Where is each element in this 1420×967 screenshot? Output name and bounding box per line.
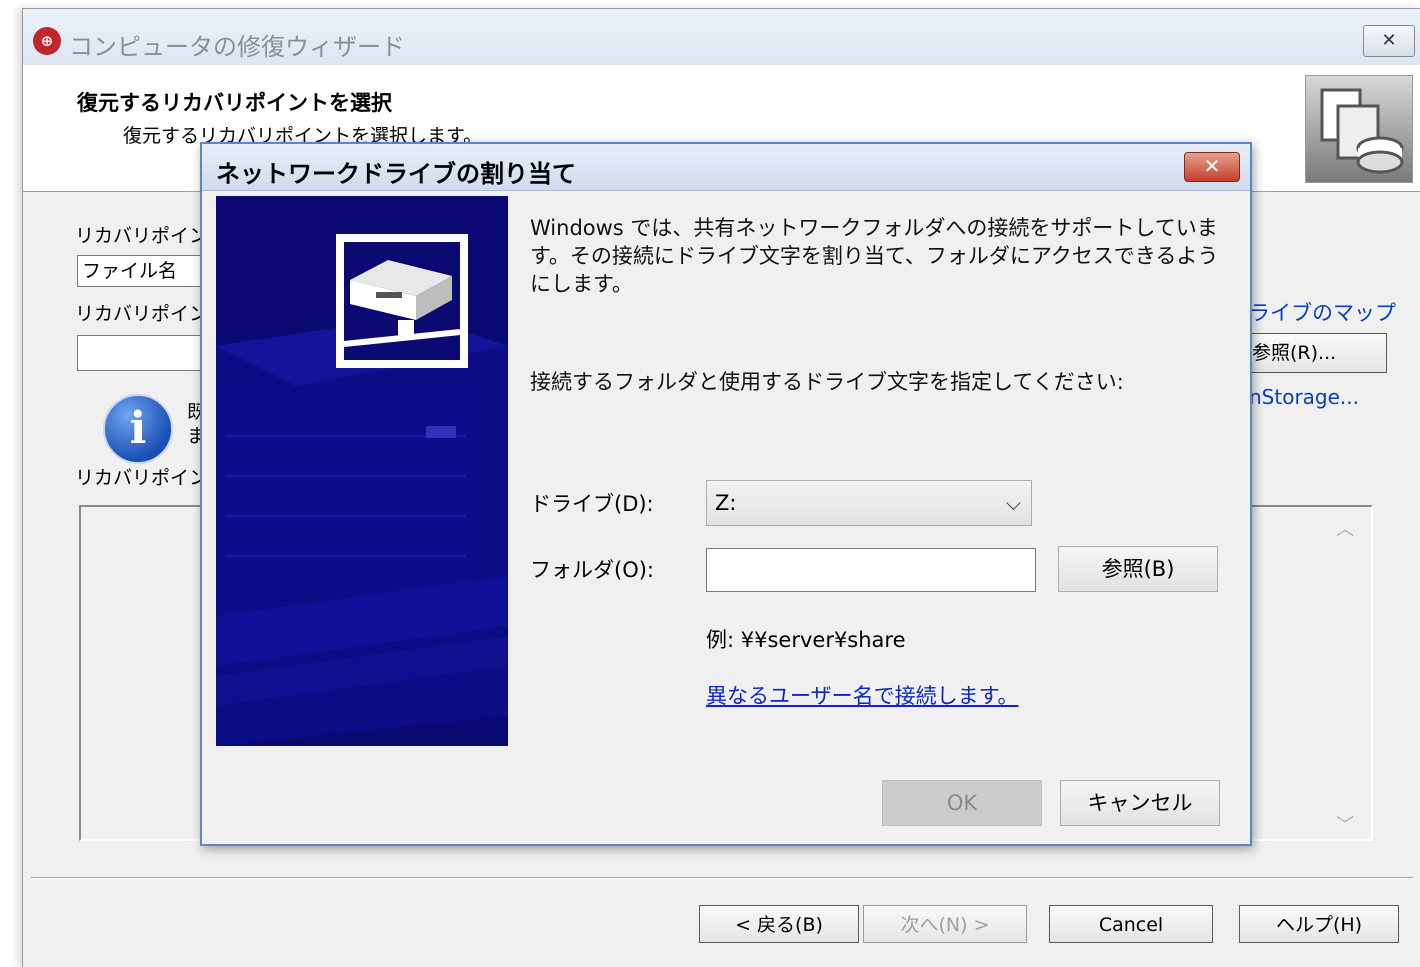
path-example-text: 例: ¥¥server¥share — [706, 628, 906, 652]
drive-label: ドライブ(D): — [530, 492, 654, 516]
next-button[interactable]: 次へ(N) > — [863, 905, 1027, 943]
info-icon: i — [103, 394, 173, 464]
wizard-title: コンピュータの修復ウィザード — [69, 33, 405, 61]
map-drive-link[interactable]: ライブのマップ — [1249, 297, 1396, 327]
dialog-title: ネットワークドライブの割り当て — [216, 160, 576, 188]
folder-label: フォルダ(O): — [530, 558, 654, 582]
footer-divider — [31, 877, 1413, 879]
dialog-titlebar: ネットワークドライブの割り当て ✕ — [202, 144, 1250, 191]
drive-select[interactable]: Z: ⌵ — [706, 480, 1032, 526]
drive-select-value: Z: — [715, 491, 737, 515]
scroll-down-icon[interactable]: ﹀ — [1335, 811, 1355, 836]
recovery-app-icon: ⊕ — [33, 27, 61, 55]
scroll-up-icon[interactable]: ︿ — [1335, 515, 1355, 540]
map-network-drive-dialog: ネットワークドライブの割り当て ✕ Windows では、共有ネットワークフォル… — [200, 142, 1252, 846]
close-icon: ✕ — [1381, 30, 1397, 51]
chevron-down-icon: ⌵ — [1005, 491, 1021, 515]
wizard-titlebar: ⊕ コンピュータの修復ウィザード ✕ — [23, 9, 1420, 65]
wizard-cancel-button[interactable]: Cancel — [1049, 905, 1213, 943]
ok-button[interactable]: OK — [882, 780, 1042, 826]
restore-disk-icon — [1305, 75, 1413, 183]
close-icon: ✕ — [1203, 154, 1221, 178]
cancel-button[interactable]: キャンセル — [1060, 780, 1220, 826]
back-button[interactable]: < 戻る(B) — [699, 905, 859, 943]
recovery-point-field[interactable] — [77, 335, 217, 371]
dialog-intro-text: Windows では、共有ネットワークフォルダへの接続をサポートしています。その… — [530, 216, 1219, 296]
storage-link[interactable]: nStorage... — [1249, 385, 1359, 409]
wizard-close-button[interactable]: ✕ — [1363, 25, 1415, 57]
help-button[interactable]: ヘルプ(H) — [1239, 905, 1399, 943]
filename-field[interactable]: ファイル名 — [77, 255, 217, 287]
dialog-close-button[interactable]: ✕ — [1184, 152, 1240, 182]
wizard-header-title: 復元するリカバリポイントを選択 — [77, 91, 392, 115]
browse-button[interactable]: 参照(B) — [1058, 546, 1218, 592]
folder-input[interactable] — [706, 548, 1036, 592]
network-drive-banner-image — [216, 196, 508, 746]
different-user-link[interactable]: 異なるユーザー名で接続します。 — [706, 680, 1018, 710]
dialog-prompt-text: 接続するフォルダと使用するドライブ文字を指定してください: — [530, 370, 1124, 394]
